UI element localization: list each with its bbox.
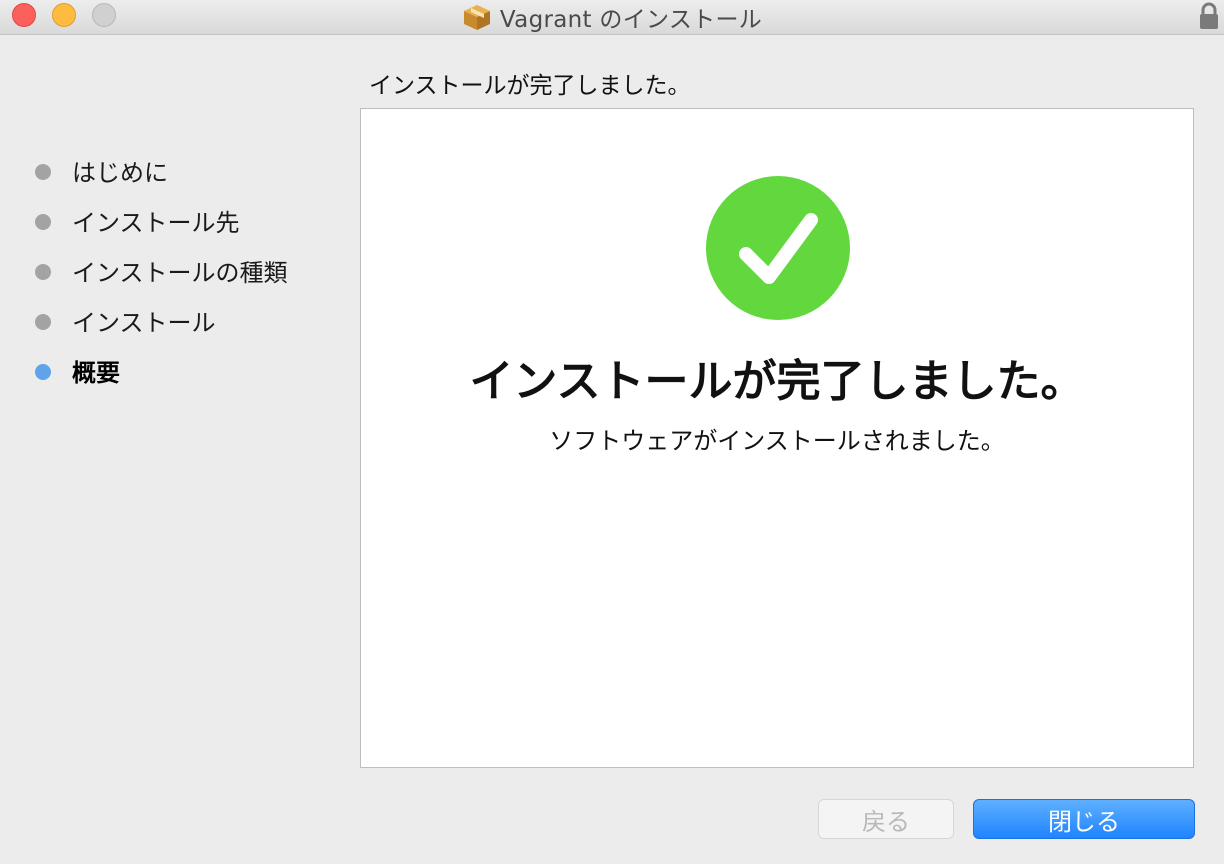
package-icon bbox=[463, 5, 490, 30]
step-label: はじめに bbox=[72, 159, 168, 187]
step-label: インストール bbox=[72, 309, 216, 337]
step-indicator-dot-active bbox=[35, 364, 51, 380]
window-title-group: Vagrant のインストール bbox=[0, 0, 1224, 34]
lock-icon[interactable] bbox=[1198, 1, 1220, 31]
close-button[interactable]: 閉じる bbox=[973, 799, 1195, 839]
pane-header: インストールが完了しました。 bbox=[369, 73, 691, 99]
content-panel: インストールが完了しました。 ソフトウェアがインストールされました。 bbox=[360, 108, 1194, 768]
back-button[interactable]: 戻る bbox=[818, 799, 954, 839]
step-list: はじめに インストール先 インストールの種類 インストール 概要 bbox=[0, 145, 360, 395]
completion-heading: インストールが完了しました。 bbox=[469, 356, 1085, 407]
checkmark-icon bbox=[706, 176, 850, 320]
step-indicator-dot bbox=[35, 164, 51, 180]
step-label: インストールの種類 bbox=[72, 259, 288, 287]
step-installation-type: インストールの種類 bbox=[0, 245, 360, 295]
step-label: インストール先 bbox=[72, 209, 240, 237]
title-bar: Vagrant のインストール bbox=[0, 0, 1224, 35]
step-indicator-dot bbox=[35, 214, 51, 230]
completion-message: ソフトウェアがインストールされました。 bbox=[549, 427, 1005, 455]
step-installation: インストール bbox=[0, 295, 360, 345]
step-introduction: はじめに bbox=[0, 145, 360, 195]
step-destination: インストール先 bbox=[0, 195, 360, 245]
step-indicator-dot bbox=[35, 264, 51, 280]
step-indicator-dot bbox=[35, 314, 51, 330]
step-summary: 概要 bbox=[0, 345, 360, 395]
step-label: 概要 bbox=[72, 359, 120, 387]
window-title: Vagrant のインストール bbox=[499, 7, 763, 33]
